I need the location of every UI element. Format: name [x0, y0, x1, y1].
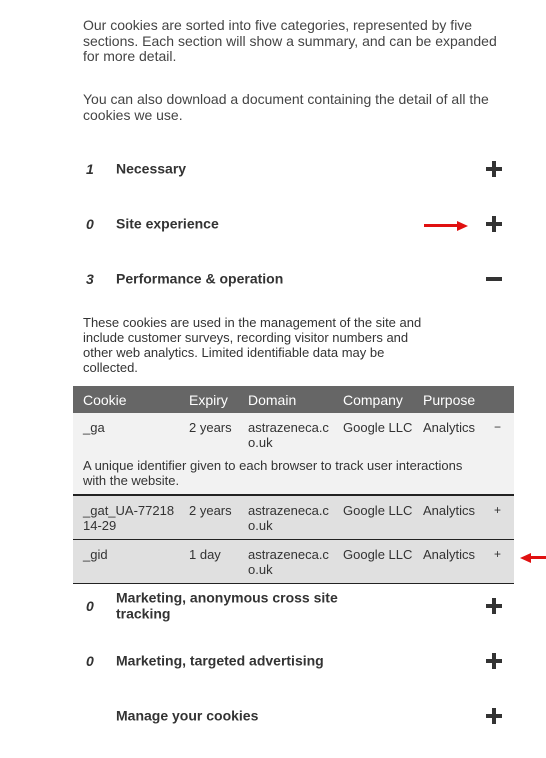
- download-paragraph: You can also download a document contain…: [83, 91, 489, 123]
- cookie-domain: astrazeneca.co.uk: [238, 413, 333, 456]
- cookie-domain: astrazeneca.co.uk: [238, 539, 333, 584]
- cookie-company: Google LLC: [333, 539, 413, 584]
- plus-icon[interactable]: [486, 708, 502, 724]
- header-company: Company: [333, 386, 413, 413]
- cookie-detail: A unique identifier given to each browse…: [73, 456, 514, 496]
- plus-icon[interactable]: [486, 216, 502, 232]
- cookie-company: Google LLC: [333, 495, 413, 540]
- cookie-company: Google LLC: [333, 413, 413, 456]
- section-necessary[interactable]: 1 Necessary: [83, 154, 513, 184]
- cookie-expiry: 1 day: [179, 539, 238, 584]
- cookie-purpose: Analytics: [413, 495, 484, 540]
- table-row[interactable]: _gid 1 day astrazeneca.co.uk Google LLC …: [73, 539, 514, 584]
- section-marketing-cross-site[interactable]: 0 Marketing, anonymous cross site tracki…: [83, 589, 513, 621]
- section-label: Site experience: [116, 215, 219, 232]
- cookie-name: _gat_UA-7721814-29: [73, 495, 179, 540]
- cookie-purpose: Analytics: [413, 539, 484, 584]
- plus-icon[interactable]: [486, 161, 502, 177]
- section-label: Marketing, targeted advertising: [116, 652, 324, 669]
- table-header-row: Cookie Expiry Domain Company Purpose: [73, 386, 514, 413]
- expand-row-toggle[interactable]: +: [484, 539, 514, 584]
- cookie-name: _ga: [73, 413, 179, 456]
- intro-paragraph: Our cookies are sorted into five categor…: [83, 17, 497, 64]
- section-label: Manage your cookies: [116, 707, 259, 724]
- section-marketing-targeted[interactable]: 0 Marketing, targeted advertising: [83, 646, 513, 676]
- cookie-expiry: 2 years: [179, 413, 238, 456]
- header-domain: Domain: [238, 386, 333, 413]
- section-manage-cookies[interactable]: Manage your cookies: [83, 701, 513, 731]
- row-detail: A unique identifier given to each browse…: [73, 456, 514, 496]
- section-label: Marketing, anonymous cross site tracking: [116, 589, 338, 621]
- header-expiry: Expiry: [179, 386, 238, 413]
- performance-description: These cookies are used in the management…: [83, 315, 422, 375]
- section-label: Performance & operation: [116, 270, 284, 287]
- plus-icon[interactable]: [486, 598, 502, 614]
- cookie-expiry: 2 years: [179, 495, 238, 540]
- plus-icon[interactable]: [486, 653, 502, 669]
- table-row[interactable]: _gat_UA-7721814-29 2 years astrazeneca.c…: [73, 495, 514, 540]
- cookie-table: Cookie Expiry Domain Company Purpose _ga…: [73, 386, 514, 584]
- section-count: 0: [86, 653, 94, 669]
- expand-row-toggle[interactable]: +: [484, 495, 514, 540]
- section-count: 0: [86, 216, 94, 232]
- cookie-domain: astrazeneca.co.uk: [238, 495, 333, 540]
- table-row[interactable]: _ga 2 years astrazeneca.co.uk Google LLC…: [73, 413, 514, 456]
- section-performance-operation[interactable]: 3 Performance & operation: [83, 264, 513, 294]
- collapse-row-toggle[interactable]: −: [484, 413, 514, 456]
- section-count: 0: [86, 598, 94, 614]
- header-toggle: [484, 386, 514, 413]
- header-cookie: Cookie: [73, 386, 179, 413]
- section-count: 3: [86, 271, 94, 287]
- cookie-name: _gid: [73, 539, 179, 584]
- section-count: 1: [86, 161, 94, 177]
- red-arrow-right-icon: [424, 220, 468, 231]
- cookie-purpose: Analytics: [413, 413, 484, 456]
- header-purpose: Purpose: [413, 386, 484, 413]
- red-arrow-left-icon: [520, 552, 546, 563]
- section-label: Necessary: [116, 160, 187, 177]
- minus-icon[interactable]: [486, 271, 502, 287]
